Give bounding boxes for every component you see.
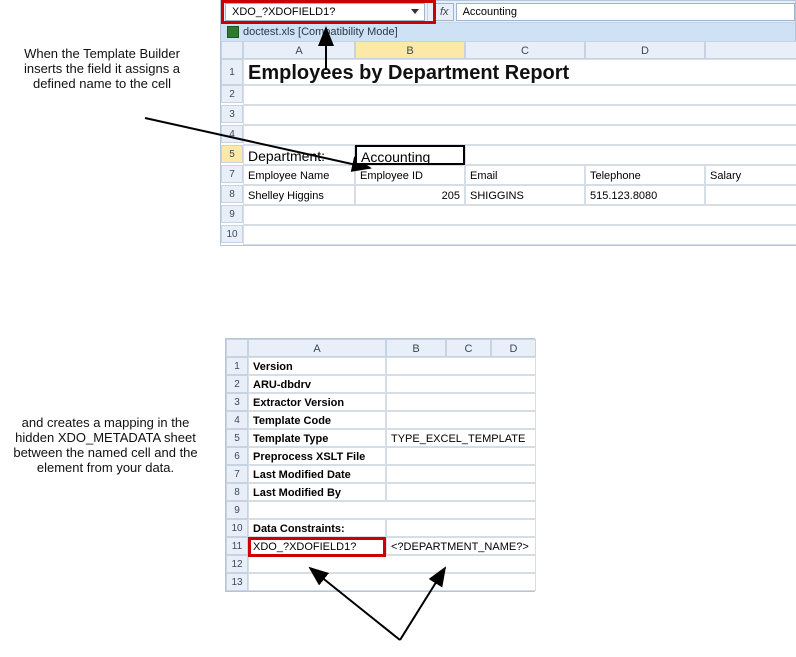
row-header-3[interactable]: 3 — [221, 105, 243, 123]
row-h-5[interactable]: 5 — [226, 429, 248, 447]
cell-blank[interactable] — [243, 205, 796, 225]
cell-blank[interactable] — [465, 145, 796, 165]
col-header-A[interactable]: A — [243, 41, 355, 59]
col-header-C[interactable]: C — [465, 41, 585, 59]
data-salary[interactable] — [705, 185, 796, 205]
row-header-7[interactable]: 7 — [221, 165, 243, 183]
worksheet-grid-metadata[interactable]: A B C D 1 Version 2 ARU-dbdrv 3 Extracto… — [226, 339, 534, 591]
cell-blank[interactable] — [386, 483, 536, 501]
row-h-6[interactable]: 6 — [226, 447, 248, 465]
meta-xdofield[interactable]: XDO_?XDOFIELD1? — [248, 537, 386, 555]
hdr-email[interactable]: Email — [465, 165, 585, 185]
formula-bar[interactable]: Accounting — [456, 3, 795, 21]
row-h-13[interactable]: 13 — [226, 573, 248, 591]
meta-xslt[interactable]: Preprocess XSLT File — [248, 447, 386, 465]
data-emp-name[interactable]: Shelley Higgins — [243, 185, 355, 205]
row-header-5[interactable]: 5 — [221, 145, 243, 163]
name-box[interactable]: XDO_?XDOFIELD1? — [225, 3, 425, 21]
name-box-value: XDO_?XDOFIELD1? — [232, 6, 335, 18]
meta-version[interactable]: Version — [248, 357, 386, 375]
meta-lmb[interactable]: Last Modified By — [248, 483, 386, 501]
row-header-10[interactable]: 10 — [221, 225, 243, 243]
excel-window-bottom: A B C D 1 Version 2 ARU-dbdrv 3 Extracto… — [225, 338, 535, 592]
row-h-10[interactable]: 10 — [226, 519, 248, 537]
col-header-D2[interactable]: D — [491, 339, 536, 357]
fx-label[interactable]: fx — [435, 3, 454, 21]
row-h-1[interactable]: 1 — [226, 357, 248, 375]
row-h-7[interactable]: 7 — [226, 465, 248, 483]
hdr-tel[interactable]: Telephone — [585, 165, 705, 185]
cell-blank[interactable] — [248, 555, 536, 573]
col-header-A2[interactable]: A — [248, 339, 386, 357]
dept-label-cell[interactable]: Department: — [243, 145, 355, 165]
row-header-8[interactable]: 8 — [221, 185, 243, 203]
cell-blank[interactable] — [386, 357, 536, 375]
meta-tmpltype[interactable]: Template Type — [248, 429, 386, 447]
annotation-text-2: and creates a mapping in the hidden XDO_… — [8, 415, 203, 475]
hdr-emp-id[interactable]: Employee ID — [355, 165, 465, 185]
col-header-B2[interactable]: B — [386, 339, 446, 357]
name-formula-bar: XDO_?XDOFIELD1? fx Accounting — [221, 1, 795, 23]
row-header-4[interactable]: 4 — [221, 125, 243, 143]
select-all-corner-2[interactable] — [226, 339, 248, 357]
data-emp-id[interactable]: 205 — [355, 185, 465, 205]
meta-extractor[interactable]: Extractor Version — [248, 393, 386, 411]
meta-lmd[interactable]: Last Modified Date — [248, 465, 386, 483]
hdr-emp-name[interactable]: Employee Name — [243, 165, 355, 185]
cell-blank[interactable] — [243, 85, 796, 105]
cell-blank[interactable] — [243, 125, 796, 145]
col-header-B[interactable]: B — [355, 41, 465, 59]
cell-blank[interactable] — [386, 375, 536, 393]
meta-tmplcode[interactable]: Template Code — [248, 411, 386, 429]
annotation-text-1: When the Template Builder inserts the fi… — [8, 46, 196, 91]
worksheet-grid-top[interactable]: A B C D 1 Employees by Department Report… — [221, 41, 795, 245]
meta-deptname-tag[interactable]: <?DEPARTMENT_NAME?> — [386, 537, 536, 555]
cell-blank[interactable] — [386, 465, 536, 483]
hdr-salary[interactable]: Salary — [705, 165, 796, 185]
row-h-4[interactable]: 4 — [226, 411, 248, 429]
cell-blank[interactable] — [243, 225, 796, 245]
cell-blank[interactable] — [248, 501, 536, 519]
row-h-11[interactable]: 11 — [226, 537, 248, 555]
dropdown-icon[interactable] — [411, 9, 419, 14]
report-title[interactable]: Employees by Department Report — [243, 59, 796, 85]
cell-blank[interactable] — [248, 573, 536, 591]
cell-blank[interactable] — [243, 105, 796, 125]
select-all-corner[interactable] — [221, 41, 243, 59]
workbook-title-bar: doctest.xls [Compatibility Mode] — [221, 23, 795, 41]
formula-value: Accounting — [463, 6, 517, 18]
excel-file-icon — [227, 26, 239, 38]
excel-window-top: XDO_?XDOFIELD1? fx Accounting doctest.xl… — [220, 0, 796, 246]
row-h-3[interactable]: 3 — [226, 393, 248, 411]
col-header-C2[interactable]: C — [446, 339, 491, 357]
row-h-2[interactable]: 2 — [226, 375, 248, 393]
data-tel[interactable]: 515.123.8080 — [585, 185, 705, 205]
meta-tmpltype-val[interactable]: TYPE_EXCEL_TEMPLATE — [386, 429, 536, 447]
data-email[interactable]: SHIGGINS — [465, 185, 585, 205]
row-header-1[interactable]: 1 — [221, 59, 243, 85]
col-header-D[interactable]: D — [585, 41, 705, 59]
cell-blank[interactable] — [386, 447, 536, 465]
cell-blank[interactable] — [386, 411, 536, 429]
row-header-9[interactable]: 9 — [221, 205, 243, 223]
meta-aru[interactable]: ARU-dbdrv — [248, 375, 386, 393]
workbook-title: doctest.xls [Compatibility Mode] — [243, 26, 398, 38]
meta-constraints[interactable]: Data Constraints: — [248, 519, 386, 537]
cell-blank[interactable] — [386, 393, 536, 411]
row-h-9[interactable]: 9 — [226, 501, 248, 519]
row-h-8[interactable]: 8 — [226, 483, 248, 501]
col-header-blank[interactable] — [705, 41, 796, 59]
row-h-12[interactable]: 12 — [226, 555, 248, 573]
dept-value-cell[interactable]: Accounting — [355, 145, 465, 165]
cell-blank[interactable] — [386, 519, 536, 537]
row-header-2[interactable]: 2 — [221, 85, 243, 103]
